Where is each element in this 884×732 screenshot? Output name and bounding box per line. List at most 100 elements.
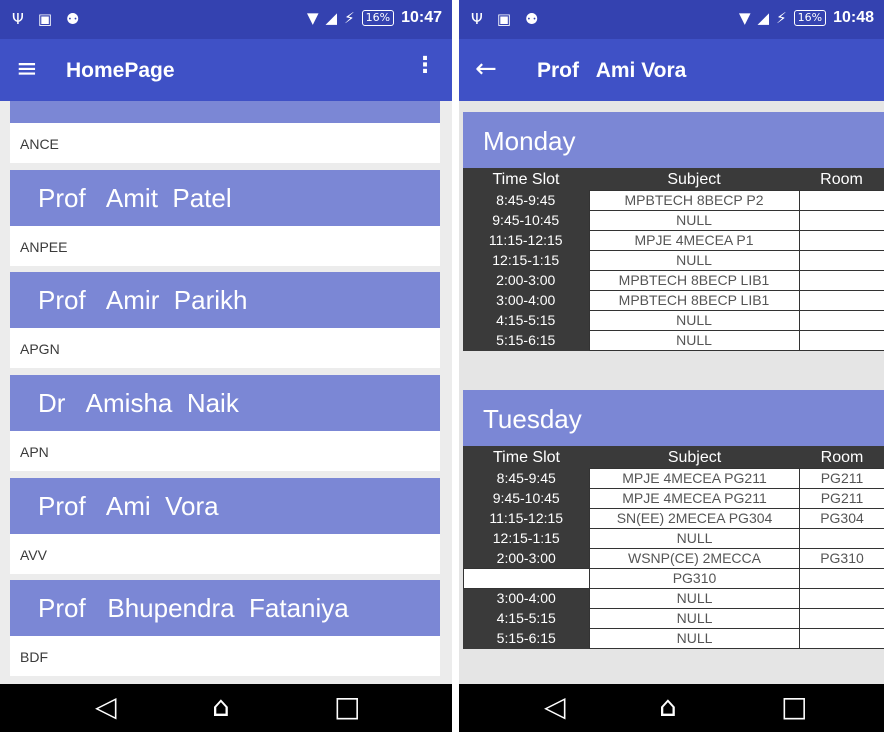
wifi-icon: ▼ <box>306 9 319 27</box>
table-row: 8:45-9:45 MPJE 4MECEA PG211 PG211 <box>464 468 884 489</box>
subject-cell: NULL <box>589 608 800 629</box>
time-cell: 12:15-1:15 <box>492 530 560 546</box>
column-header-time: Time Slot <box>493 448 560 466</box>
time-cell: 11:15-12:15 <box>489 510 564 526</box>
list-item[interactable]: Prof Bhupendra Fataniya BDF <box>10 580 440 676</box>
list-item[interactable]: Dr Amisha Naik APN <box>10 375 440 471</box>
charging-icon: ⚡ <box>344 9 355 27</box>
back-nav-icon[interactable]: ◁ <box>95 690 117 724</box>
usb-icon: Ψ <box>471 10 483 28</box>
table-row: 5:15-6:15 NULL <box>463 330 884 351</box>
faculty-name: Prof Amit Patel <box>10 170 440 226</box>
room-cell: PG211 <box>799 488 884 509</box>
menu-icon[interactable]: ≡ <box>16 52 38 86</box>
time-cell: 3:00-4:00 <box>496 292 556 308</box>
subject-cell: MPBTECH 8BECP LIB1 <box>588 270 800 291</box>
signal-icon: ◢ <box>757 9 770 27</box>
subject-cell: NULL <box>588 310 800 331</box>
battery-level: 16% <box>361 10 395 26</box>
time-cell: 11:15-12:15 <box>488 232 563 248</box>
faculty-name <box>10 101 440 123</box>
faculty-code: AVV <box>10 534 440 574</box>
back-arrow-icon[interactable]: ← <box>475 52 497 86</box>
column-header-subject: Subject <box>667 170 721 188</box>
table-row: 3:00-4:00 NULL <box>464 588 884 609</box>
table-row: PG310 <box>463 568 884 589</box>
day-section-tuesday: Tuesday Time Slot Subject Room 8:45-9:45… <box>463 390 884 649</box>
subject-cell: MPBTECH 8BECP P2 <box>588 190 800 211</box>
status-bar: Ψ ▣ ⚉ ▼ ◢ ⚡ 16% 10:48 <box>459 0 884 39</box>
time-cell: 9:45-10:45 <box>492 490 560 506</box>
app-bar: ≡ HomePage ⋮ <box>0 39 452 101</box>
list-item[interactable]: Prof Amit Patel ANPEE <box>10 170 440 266</box>
time-cell: 8:45-9:45 <box>496 470 556 486</box>
list-item[interactable]: Prof Ami Vora AVV <box>10 478 440 574</box>
more-options-icon[interactable]: ⋮ <box>414 53 436 78</box>
android-icon: ⚉ <box>525 10 539 28</box>
faculty-code: APGN <box>10 328 440 368</box>
faculty-list: ANCE Prof Amit Patel ANPEE Prof Amir Par… <box>10 101 440 684</box>
subject-cell: NULL <box>588 250 800 271</box>
subject-cell: MPBTECH 8BECP LIB1 <box>588 290 800 311</box>
time-cell: 9:45-10:45 <box>492 212 560 228</box>
android-icon: ⚉ <box>66 10 80 28</box>
room-cell <box>798 290 884 311</box>
charging-icon: ⚡ <box>776 9 787 27</box>
recents-nav-icon[interactable]: □ <box>334 690 360 724</box>
list-item[interactable]: Prof Amir Parikh APGN <box>10 272 440 368</box>
time-cell: 2:00-3:00 <box>496 549 556 566</box>
system-nav-bar: ◁ ⌂ □ <box>0 684 452 732</box>
room-cell <box>798 310 884 331</box>
signal-icon: ◢ <box>325 9 338 27</box>
timetable: Time Slot Subject Room 8:45-9:45 MPBTECH … <box>463 168 884 351</box>
list-item[interactable]: ANCE <box>10 101 440 163</box>
time-cell: 5:15-6:15 <box>496 332 556 348</box>
room-cell <box>798 250 884 271</box>
status-time: 10:48 <box>833 9 874 26</box>
room-cell <box>798 270 884 291</box>
time-cell: 5:15-6:15 <box>496 630 556 646</box>
subject-cell: MPJE 4MECEA PG211 <box>589 468 800 489</box>
table-row: 3:00-4:00 MPBTECH 8BECP LIB1 <box>463 290 884 311</box>
room-cell <box>799 528 884 549</box>
battery-level: 16% <box>793 10 827 26</box>
room-cell <box>798 230 884 251</box>
day-section-monday: Monday Time Slot Subject Room 8:45-9:45 M… <box>463 112 884 351</box>
subject-cell: NULL <box>589 528 800 549</box>
table-row: 9:45-10:45 MPJE 4MECEA PG211 PG211 <box>464 488 884 509</box>
room-cell <box>799 608 884 629</box>
time-cell: 4:15-5:15 <box>496 610 556 626</box>
column-header-time: Time Slot <box>492 170 560 188</box>
room-cell <box>799 588 884 609</box>
image-icon: ▣ <box>37 10 52 28</box>
faculty-code: BDF <box>10 636 440 676</box>
system-nav-bar: ◁ ⌂ □ <box>459 684 884 732</box>
recents-nav-icon[interactable]: □ <box>781 690 807 724</box>
back-nav-icon[interactable]: ◁ <box>544 690 566 724</box>
table-row: 5:15-6:15 NULL <box>464 628 884 649</box>
timetable-screen: Ψ ▣ ⚉ ▼ ◢ ⚡ 16% 10:48 ← Prof Ami Vora Mo… <box>459 0 884 732</box>
notification-icons: Ψ ▣ ⚉ <box>471 10 538 28</box>
image-icon: ▣ <box>496 10 511 28</box>
home-nav-icon[interactable]: ⌂ <box>212 690 230 724</box>
home-nav-icon[interactable]: ⌂ <box>659 690 677 724</box>
table-header: Time Slot Subject Room <box>463 168 884 191</box>
table-row: 2:00-3:00 WSNP(CE) 2MECCA PG310 <box>464 548 884 569</box>
usb-icon: Ψ <box>12 10 24 28</box>
subject-cell: NULL <box>588 210 800 231</box>
faculty-name: Prof Ami Vora <box>10 478 440 534</box>
faculty-name: Prof Amir Parikh <box>10 272 440 328</box>
status-bar: Ψ ▣ ⚉ ▼ ◢ ⚡ 16% 10:47 <box>0 0 452 39</box>
page-title: HomePage <box>66 59 175 82</box>
time-cell: 3:00-4:00 <box>496 590 556 607</box>
page-title: Prof Ami Vora <box>537 59 687 82</box>
table-row: 8:45-9:45 MPBTECH 8BECP P2 <box>463 190 884 211</box>
column-header-room: Room <box>820 448 864 466</box>
table-header: Time Slot Subject Room <box>464 446 884 469</box>
subject-cell: NULL <box>589 628 800 649</box>
column-header-subject: Subject <box>667 448 722 466</box>
faculty-name: Dr Amisha Naik <box>10 375 440 431</box>
notification-icons: Ψ ▣ ⚉ <box>12 10 79 28</box>
subject-cell: MPJE 4MECEA P1 <box>588 230 800 251</box>
timetable: Time Slot Subject Room 8:45-9:45 MPJE 4ME… <box>463 446 884 649</box>
